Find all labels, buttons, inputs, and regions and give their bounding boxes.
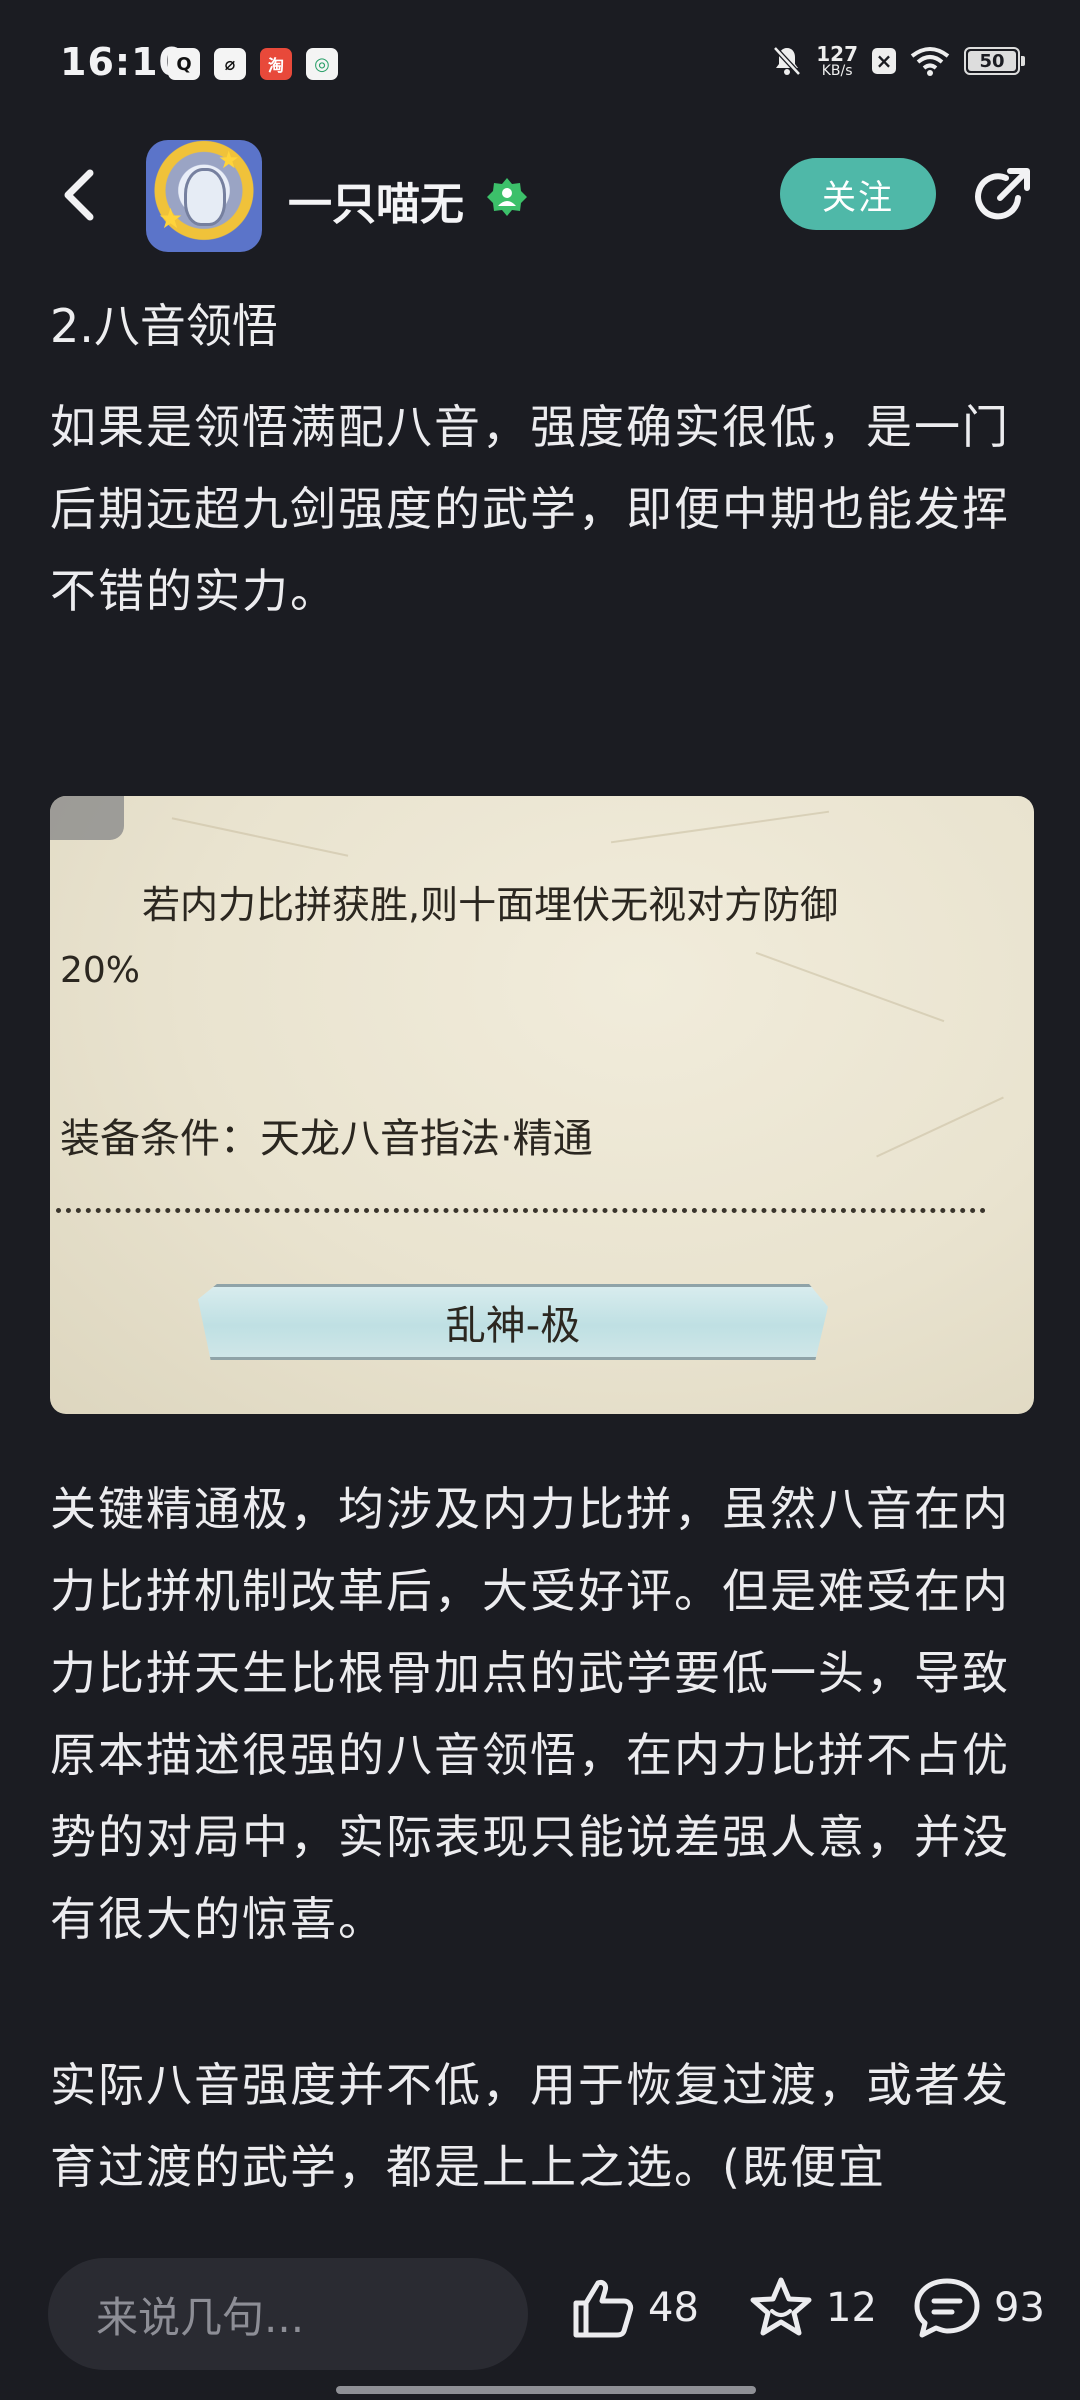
avatar-star-icon: ★ xyxy=(218,146,240,174)
wifi-icon xyxy=(910,47,950,76)
network-speed: 127 KB/s xyxy=(816,44,858,78)
follow-button[interactable]: 关注 xyxy=(780,158,936,230)
game-screenshot-image[interactable]: 若内力比拼获胜,则十面埋伏无视对方防御 20% 装备条件：天龙八音指法·精通 乱… xyxy=(50,796,1034,1414)
battery-level: 50 xyxy=(968,51,1016,72)
thumbs-up-icon xyxy=(573,2280,634,2338)
green-app-icon: ◎ xyxy=(306,48,338,80)
post-header: ★ ★ 一只喵无 关注 xyxy=(0,130,1080,260)
home-indicator[interactable] xyxy=(336,2386,756,2394)
favorite-count: 12 xyxy=(826,2285,877,2331)
skill-effect-text: 若内力比拼获胜,则十面埋伏无视对方防御 xyxy=(142,883,839,927)
star-icon xyxy=(750,2277,812,2336)
comment-input[interactable]: 来说几句... xyxy=(48,2258,528,2370)
leaf-app-icon: ⌀ xyxy=(214,48,246,80)
verified-badge-icon xyxy=(487,178,527,216)
share-button[interactable] xyxy=(966,162,1036,232)
network-speed-unit: KB/s xyxy=(821,63,853,79)
favorite-button[interactable]: 12 xyxy=(748,2268,877,2348)
mute-bell-icon xyxy=(773,46,802,76)
chevron-left-icon xyxy=(64,169,94,221)
article-paragraph: 关键精通极，均涉及内力比拼，虽然八音在内力比拼机制改革后，大受好评。但是难受在内… xyxy=(50,1482,1010,1946)
like-count: 48 xyxy=(648,2285,699,2331)
status-app-icons: Q ⌀ 淘 ◎ xyxy=(168,48,338,80)
no-sim-icon: × xyxy=(872,48,896,74)
status-bar: 16:10 Q ⌀ 淘 ◎ 127 KB/s × 50 xyxy=(0,0,1080,130)
share-icon xyxy=(975,168,1030,220)
skill-percent-text: 20% xyxy=(60,950,141,991)
comment-bubble-icon xyxy=(914,2278,980,2338)
taobao-icon: 淘 xyxy=(260,48,292,80)
equip-requirement-text: 装备条件：天龙八音指法·精通 xyxy=(60,1116,593,1162)
texture-line xyxy=(876,1096,1004,1158)
author-name[interactable]: 一只喵无 xyxy=(288,168,464,232)
avatar-star-icon: ★ xyxy=(158,202,184,235)
comment-count: 93 xyxy=(994,2285,1045,2331)
skill-name-text: 乱神-极 xyxy=(445,1303,581,1349)
section-heading: 2.八音领悟 xyxy=(50,299,278,353)
texture-line xyxy=(171,817,349,857)
article-paragraph: 实际八音强度并不低，用于恢复过渡，或者发育过渡的武学，都是上上之选。(既便宜 xyxy=(50,2058,1010,2194)
comments-button[interactable]: 93 xyxy=(912,2268,1045,2348)
status-indicators: 127 KB/s × 50 xyxy=(772,44,1025,78)
article-paragraph: 如果是领悟满配八音，强度确实很低，是一门后期远超九剑强度的武学，即便中期也能发挥… xyxy=(50,400,1010,618)
network-speed-value: 127 xyxy=(816,42,858,66)
dotted-divider xyxy=(56,1208,986,1213)
like-button[interactable]: 48 xyxy=(570,2268,699,2348)
avatar-character xyxy=(184,168,226,226)
author-avatar[interactable]: ★ ★ xyxy=(146,140,262,252)
bottom-action-bar: 来说几句... 48 12 93 xyxy=(0,2220,1080,2400)
texture-line xyxy=(755,951,945,1023)
back-button[interactable] xyxy=(50,160,110,230)
battery-icon: 50 xyxy=(964,47,1025,75)
qq-icon: Q xyxy=(168,48,200,80)
article-content: 2.八音领悟 如果是领悟满配八音，强度确实很低，是一门后期远超九剑强度的武学，即… xyxy=(50,260,1034,2220)
skill-icon-fragment xyxy=(50,796,124,840)
texture-line xyxy=(610,810,830,844)
